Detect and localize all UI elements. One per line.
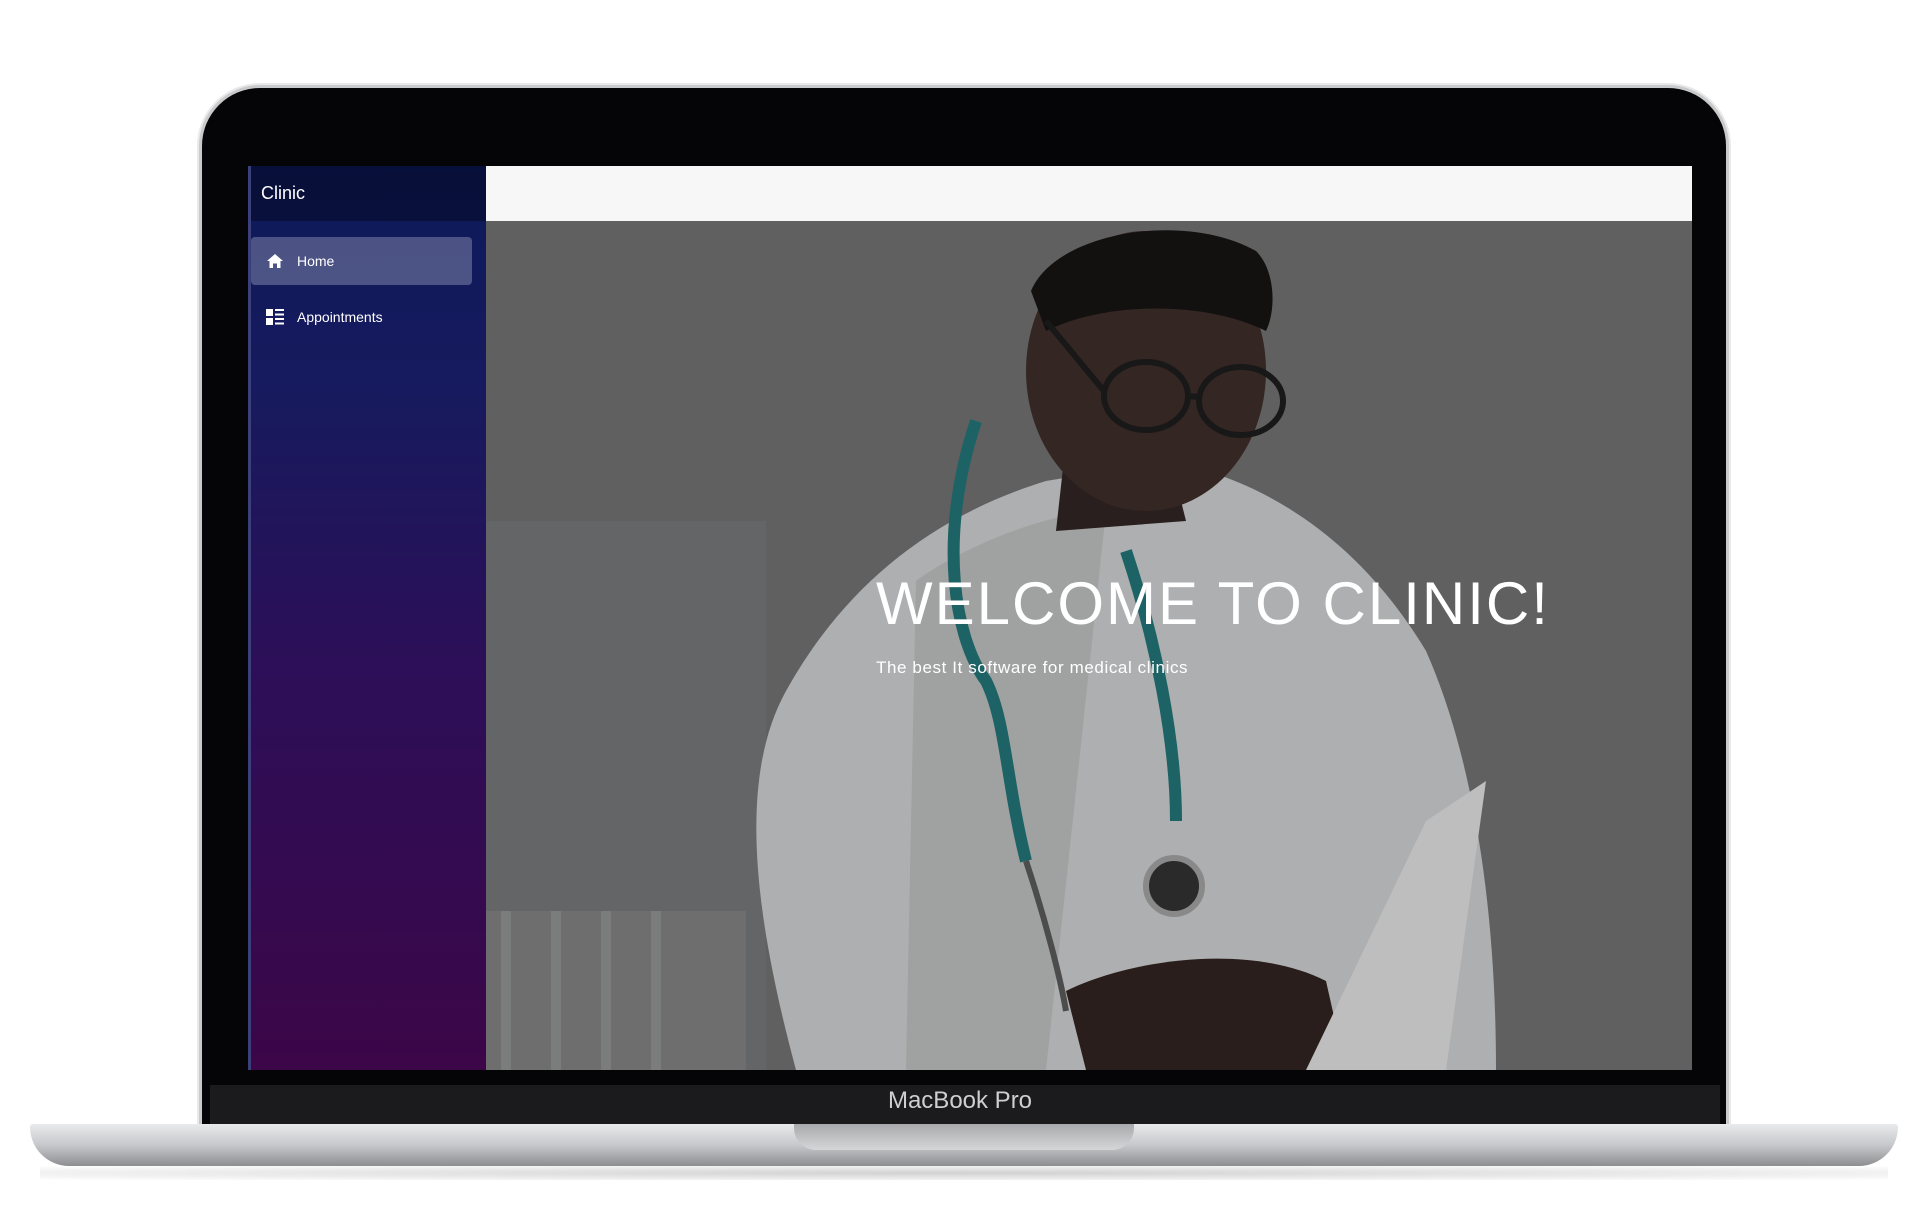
hero-banner: WELCOME TO CLINIC! The best It software …: [486, 221, 1692, 1070]
laptop-shadow: [40, 1166, 1888, 1180]
app-screen: Clinic Home Appointments WELCOME TO CLIN…: [248, 166, 1692, 1070]
sidebar-item-label: Home: [297, 253, 335, 269]
hero-subtitle: The best It software for medical clinics: [876, 658, 1189, 677]
sidebar: Clinic Home Appointments: [248, 166, 486, 1070]
sidebar-brand[interactable]: Clinic: [251, 166, 486, 221]
device-label: MacBook Pro: [887, 1087, 1033, 1114]
sidebar-item-label: Appointments: [297, 309, 383, 325]
top-bar: [486, 166, 1692, 221]
hero-overlay: [486, 221, 1692, 1070]
sidebar-nav: Home Appointments: [251, 221, 486, 341]
home-icon: [265, 251, 285, 271]
dashboard-icon: [265, 307, 285, 327]
sidebar-item-home[interactable]: Home: [251, 237, 472, 285]
sidebar-item-appointments[interactable]: Appointments: [251, 293, 472, 341]
hero-title: WELCOME TO CLINIC!: [876, 570, 1550, 637]
laptop-notch: [794, 1124, 1134, 1150]
